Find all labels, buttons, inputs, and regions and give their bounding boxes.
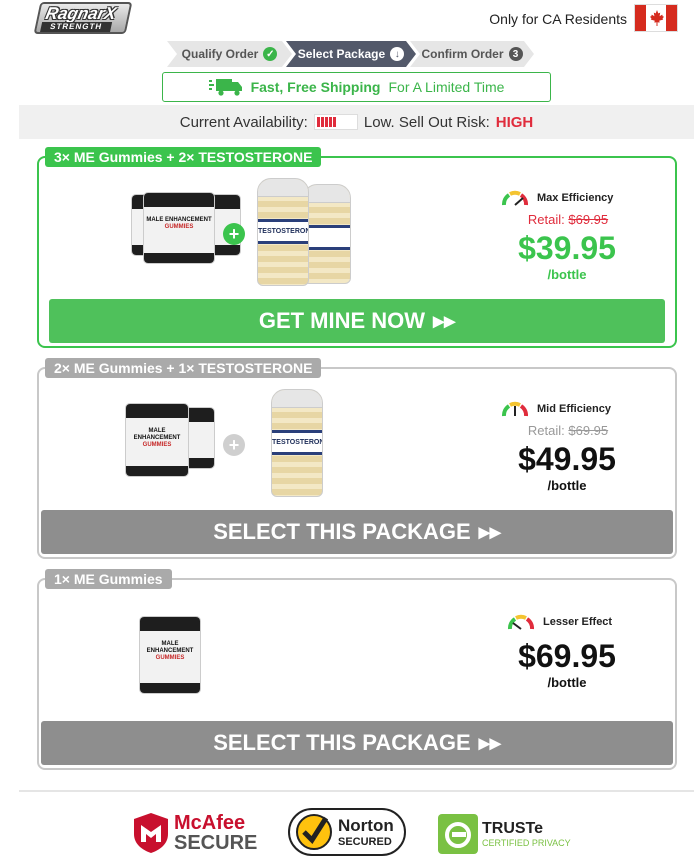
efficiency-indicator: Mid Efficiency [501,401,611,417]
package-card-2[interactable]: 2× ME Gummies + 1× TESTOSTERONE MALE ENH… [37,358,677,559]
shipping-rest: For A Limited Time [388,79,505,95]
footer-divider [19,790,694,792]
logo-sub: STRENGTH [40,22,113,32]
package-tag: 1× ME Gummies [45,569,172,589]
logo-word: RagnarX [43,4,118,23]
testosterone-bottle-image: TESTOSTERONE [257,178,309,286]
package-price: $69.95 [518,638,616,674]
efficiency-label: Mid Efficiency [537,403,611,415]
truste-icon [438,814,478,854]
checkout-steps: Qualify Order ✓ Select Package ↓ Confirm… [167,41,528,67]
cta-label: SELECT THIS PACKAGE [213,519,471,544]
availability-label: Current Availability: [179,113,308,131]
check-icon: ✓ [263,47,277,61]
package-price: $49.95 [518,441,616,477]
step-qualify-order[interactable]: Qualify Order ✓ [167,41,292,67]
retail-price: Retail: $69.95 [527,212,609,227]
plus-icon: + [223,223,245,245]
step-label: Confirm Order [421,47,504,61]
shipping-banner: Fast, Free Shipping For A Limited Time [162,72,551,102]
gummies-jar-image: MALE ENHANCEMENT GUMMIES [125,403,189,477]
norton-bottom: SECURED [338,836,392,848]
select-package-button[interactable]: SELECT THIS PACKAGE ▸▸ [41,510,673,554]
cta-label: GET MINE NOW [258,308,426,333]
package-tag: 3× ME Gummies + 2× TESTOSTERONE [45,147,322,167]
retail-price: Retail: $69.95 [527,423,609,438]
arrow-down-icon: ↓ [390,47,404,61]
gauge-icon [502,190,528,206]
mcafee-shield-icon [134,813,168,853]
mcafee-secure-badge: McAfee SECURE [132,812,257,854]
residents-note: Only for CA Residents [489,11,627,27]
efficiency-label: Max Efficiency [537,192,614,204]
risk-label: Low. Sell Out Risk: [363,113,490,131]
efficiency-indicator: Max Efficiency [501,190,613,206]
norton-top: Norton [338,816,394,835]
step-select-package[interactable]: Select Package ↓ [286,41,416,67]
brand-logo[interactable]: RagnarX STRENGTH [33,2,133,34]
step-label: Select Package [297,47,386,61]
cta-label: SELECT THIS PACKAGE [213,730,471,755]
availability-meter [313,114,358,130]
mcafee-top: McAfee [174,812,246,834]
mcafee-bottom: SECURE [174,832,258,854]
gummies-jar-image: MALE ENHANCEMENT GUMMIES [143,192,215,264]
page: RagnarX STRENGTH Only for CA Residents Q… [0,0,699,865]
price-unit: /bottle [547,478,587,493]
gauge-icon [508,614,534,630]
canada-flag-icon [634,4,678,32]
efficiency-label: Lesser Effect [543,616,613,628]
step-number-badge: 3 [509,47,523,61]
double-chevron-right-icon: ▸▸ [478,519,501,544]
shipping-bold: Fast, Free Shipping [250,79,381,95]
package-card-3[interactable]: 1× ME Gummies MALE ENHANCEMENT GUMMIES Le… [37,569,677,770]
package-price: $39.95 [518,230,616,266]
package-card-1[interactable]: 3× ME Gummies + 2× TESTOSTERONE MALE ENH… [37,147,677,348]
price-unit: /bottle [547,675,587,690]
plus-icon: + [223,434,245,456]
testosterone-bottle-image [303,184,351,284]
truste-top: TRUSTe [482,820,544,837]
availability-bar: Current Availability: Low. Sell Out Risk… [19,105,694,139]
get-mine-now-button[interactable]: GET MINE NOW ▸▸ [49,299,665,343]
efficiency-indicator: Lesser Effect [507,614,612,630]
norton-check-icon [296,814,332,850]
price-unit: /bottle [547,267,587,282]
truck-icon [208,79,242,96]
gauge-icon [502,401,528,417]
step-confirm-order[interactable]: Confirm Order 3 [410,41,534,67]
step-label: Qualify Order [181,47,259,61]
select-package-button[interactable]: SELECT THIS PACKAGE ▸▸ [41,721,673,765]
testosterone-bottle-image: TESTOSTERONE [271,389,323,497]
truste-badge: TRUSTe CERTIFIED PRIVACY [438,814,571,854]
package-tag: 2× ME Gummies + 1× TESTOSTERONE [45,358,322,378]
gummies-jar-image: MALE ENHANCEMENT GUMMIES [139,616,201,694]
norton-secured-badge: Norton SECURED [288,808,406,856]
risk-value: HIGH [495,113,534,131]
double-chevron-right-icon: ▸▸ [433,308,456,333]
double-chevron-right-icon: ▸▸ [478,730,501,755]
truste-bottom: CERTIFIED PRIVACY [482,838,571,848]
